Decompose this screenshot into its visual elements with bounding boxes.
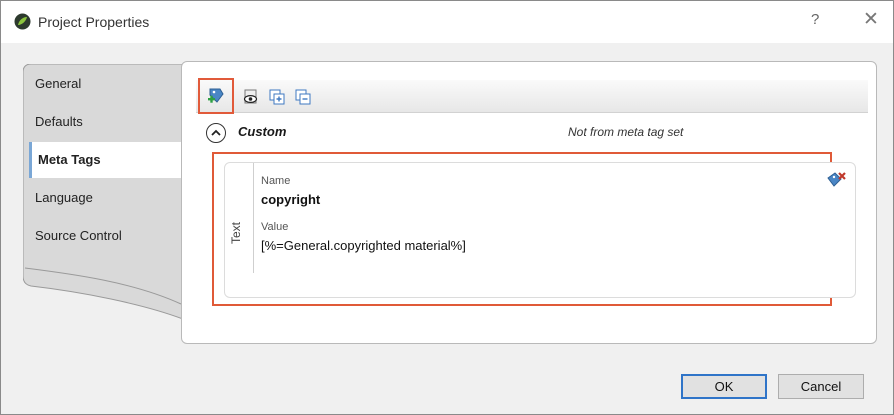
name-label: Name <box>261 175 291 187</box>
window-title: Project Properties <box>38 14 150 30</box>
tag-type-label: Text <box>229 222 243 245</box>
project-properties-dialog: Project Properties ? ✕ General Defaults … <box>0 0 894 415</box>
value-value[interactable]: [%=General.copyrighted material%] <box>261 238 466 253</box>
close-button[interactable]: ✕ <box>863 8 879 31</box>
meta-tags-panel: Custom Not from meta tag set Text Name c… <box>181 61 877 344</box>
cancel-button[interactable]: Cancel <box>778 374 864 399</box>
nav-item-source-control[interactable]: Source Control <box>29 218 181 254</box>
help-button[interactable]: ? <box>811 11 819 28</box>
section-title: Custom <box>238 124 287 139</box>
value-label: Value <box>261 221 289 233</box>
app-logo-icon <box>14 13 31 30</box>
custom-section-header: Custom Not from meta tag set <box>204 122 864 144</box>
nav-item-meta-tags[interactable]: Meta Tags <box>29 142 187 178</box>
tag-highlight-frame: Text Name copyright Value [%=General.cop… <box>212 152 856 306</box>
add-tag-button[interactable] <box>198 78 234 114</box>
preview-eye-icon <box>243 89 258 104</box>
name-value[interactable]: copyright <box>261 192 320 207</box>
collapse-all-button[interactable] <box>290 84 316 110</box>
chevron-up-icon <box>211 129 221 136</box>
expand-all-button[interactable] <box>264 84 290 110</box>
nav-item-general[interactable]: General <box>29 66 181 102</box>
title-bar: Project Properties ? ✕ <box>1 1 893 43</box>
collapse-all-icon <box>295 89 311 105</box>
meta-tag-card[interactable]: Text Name copyright Value [%=General.cop… <box>224 162 856 298</box>
nav-item-language[interactable]: Language <box>29 180 181 216</box>
section-note: Not from meta tag set <box>568 125 684 139</box>
ok-button[interactable]: OK <box>681 374 767 399</box>
preview-button[interactable] <box>238 84 264 110</box>
nav-item-defaults[interactable]: Defaults <box>29 104 181 140</box>
tag-divider <box>253 163 254 273</box>
meta-tags-toolbar <box>196 78 868 114</box>
add-tag-icon <box>208 88 224 103</box>
expand-all-icon <box>269 89 285 105</box>
remove-tag-icon[interactable] <box>825 171 847 191</box>
settings-nav: General Defaults Meta Tags Language Sour… <box>23 64 187 319</box>
section-collapse-button[interactable] <box>206 123 226 143</box>
